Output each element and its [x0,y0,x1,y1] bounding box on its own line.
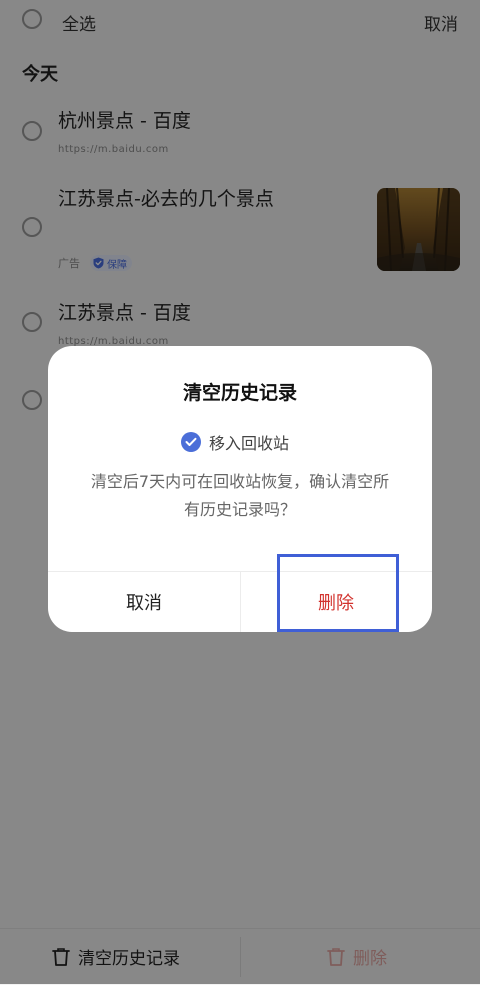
dialog-message: 清空后7天内可在回收站恢复，确认清空所有历史记录吗？ [90,472,390,519]
dialog-title: 清空历史记录 [182,382,297,404]
clear-history-dialog: 清空历史记录 移入回收站 清空后7天内可在回收站恢复，确认清空所有历史记录吗？ … [48,346,432,632]
dialog-cancel-button[interactable]: 取消 [48,572,240,632]
check-circle-icon[interactable] [181,432,201,452]
move-to-recycle-checkbox[interactable]: 移入回收站 [181,430,289,454]
checkbox-label[interactable]: 移入回收站 [209,430,289,454]
highlight-annotation-box [277,554,399,632]
